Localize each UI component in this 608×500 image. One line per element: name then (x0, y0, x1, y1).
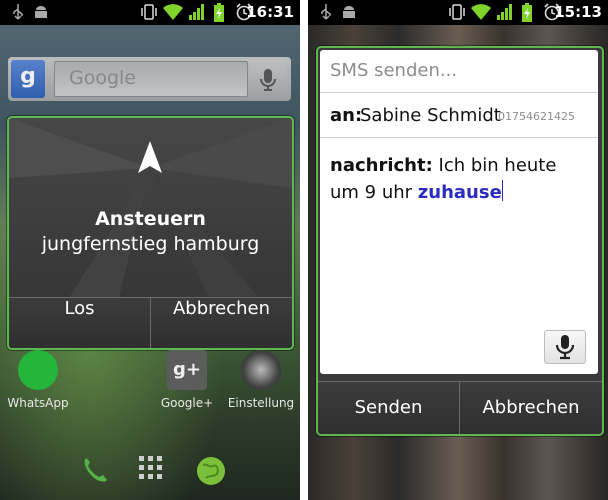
wifi-icon (163, 4, 183, 20)
status-bar: 15:13 (308, 0, 608, 25)
recipient-label: an: (330, 105, 363, 126)
browser-globe-icon[interactable] (195, 455, 227, 487)
navigation-header: Ansteuern jungfernstieg hamburg (9, 118, 292, 298)
battery-charging-icon (522, 3, 532, 22)
dialog-button-row: Los Abbrechen (9, 297, 292, 348)
sms-dialog: SMS senden... an: Sabine Schmidt 0175462… (316, 46, 604, 436)
app-google-plus[interactable]: g+ Google+ (147, 350, 227, 410)
settings-icon (241, 350, 281, 390)
recipient-number: 01754621425 (498, 110, 575, 123)
microphone-icon (260, 69, 276, 91)
app-settings[interactable]: Einstellung (221, 350, 300, 410)
search-input[interactable]: Google (54, 61, 248, 97)
sms-header-text: SMS senden... (330, 60, 458, 81)
voice-input-button[interactable] (544, 330, 586, 364)
sms-header: SMS senden... (320, 50, 598, 93)
google-search-widget[interactable]: g Google (8, 57, 291, 101)
right-phone-screen: 15:13 SMS senden... an: Sabine Schmidt 0… (308, 0, 608, 500)
send-button[interactable]: Senden (318, 382, 459, 434)
cancel-button[interactable]: Abbrechen (151, 298, 292, 348)
google-plus-icon: g+ (167, 350, 207, 390)
dock (60, 445, 240, 500)
app-drawer-icon[interactable] (138, 455, 164, 481)
app-label: Einstellung (227, 396, 295, 410)
app-label: Google+ (160, 396, 214, 410)
battery-charging-icon (214, 3, 224, 22)
destination-text: jungfernstieg hamburg (41, 233, 260, 255)
recipient-name: Sabine Schmidt (360, 105, 501, 126)
usb-icon (13, 4, 23, 20)
vibrate-icon (449, 4, 465, 20)
app-label: WhatsApp (7, 396, 69, 410)
android-icon (35, 6, 47, 18)
text-cursor (501, 180, 503, 201)
google-logo[interactable]: g (11, 60, 45, 98)
cancel-button[interactable]: Abbrechen (460, 382, 602, 434)
android-icon (343, 6, 355, 18)
dialog-button-row: Senden Abbrechen (318, 381, 602, 434)
navigation-dialog: Ansteuern jungfernstieg hamburg Los Abbr… (7, 116, 294, 350)
signal-icon (497, 4, 512, 20)
message-field[interactable]: nachricht: Ich bin heute um 9 uhr zuhaus… (330, 152, 588, 206)
microphone-icon (555, 335, 575, 360)
message-label: nachricht: (330, 155, 433, 176)
status-bar: 16:31 (0, 0, 300, 25)
voice-search-button[interactable] (249, 60, 287, 98)
clock: 15:13 (554, 3, 602, 21)
vibrate-icon (141, 4, 157, 20)
search-placeholder: Google (69, 67, 137, 89)
go-button[interactable]: Los (9, 298, 150, 348)
signal-icon (189, 4, 204, 20)
whatsapp-icon (18, 350, 58, 390)
phone-icon[interactable] (80, 455, 110, 485)
left-phone-screen: 16:31 g Google Ansteuern jungfernstieg h… (0, 0, 300, 500)
usb-icon (321, 4, 331, 20)
dialog-title: Ansteuern (95, 208, 206, 230)
wifi-icon (471, 4, 491, 20)
navigation-arrow-icon (138, 141, 162, 173)
recipient-row[interactable]: an: Sabine Schmidt 01754621425 (320, 93, 598, 138)
sms-compose-card: SMS senden... an: Sabine Schmidt 0175462… (320, 50, 598, 374)
app-whatsapp[interactable]: WhatsApp (0, 350, 78, 410)
message-highlight: zuhause (417, 182, 502, 203)
clock: 16:31 (246, 3, 294, 21)
